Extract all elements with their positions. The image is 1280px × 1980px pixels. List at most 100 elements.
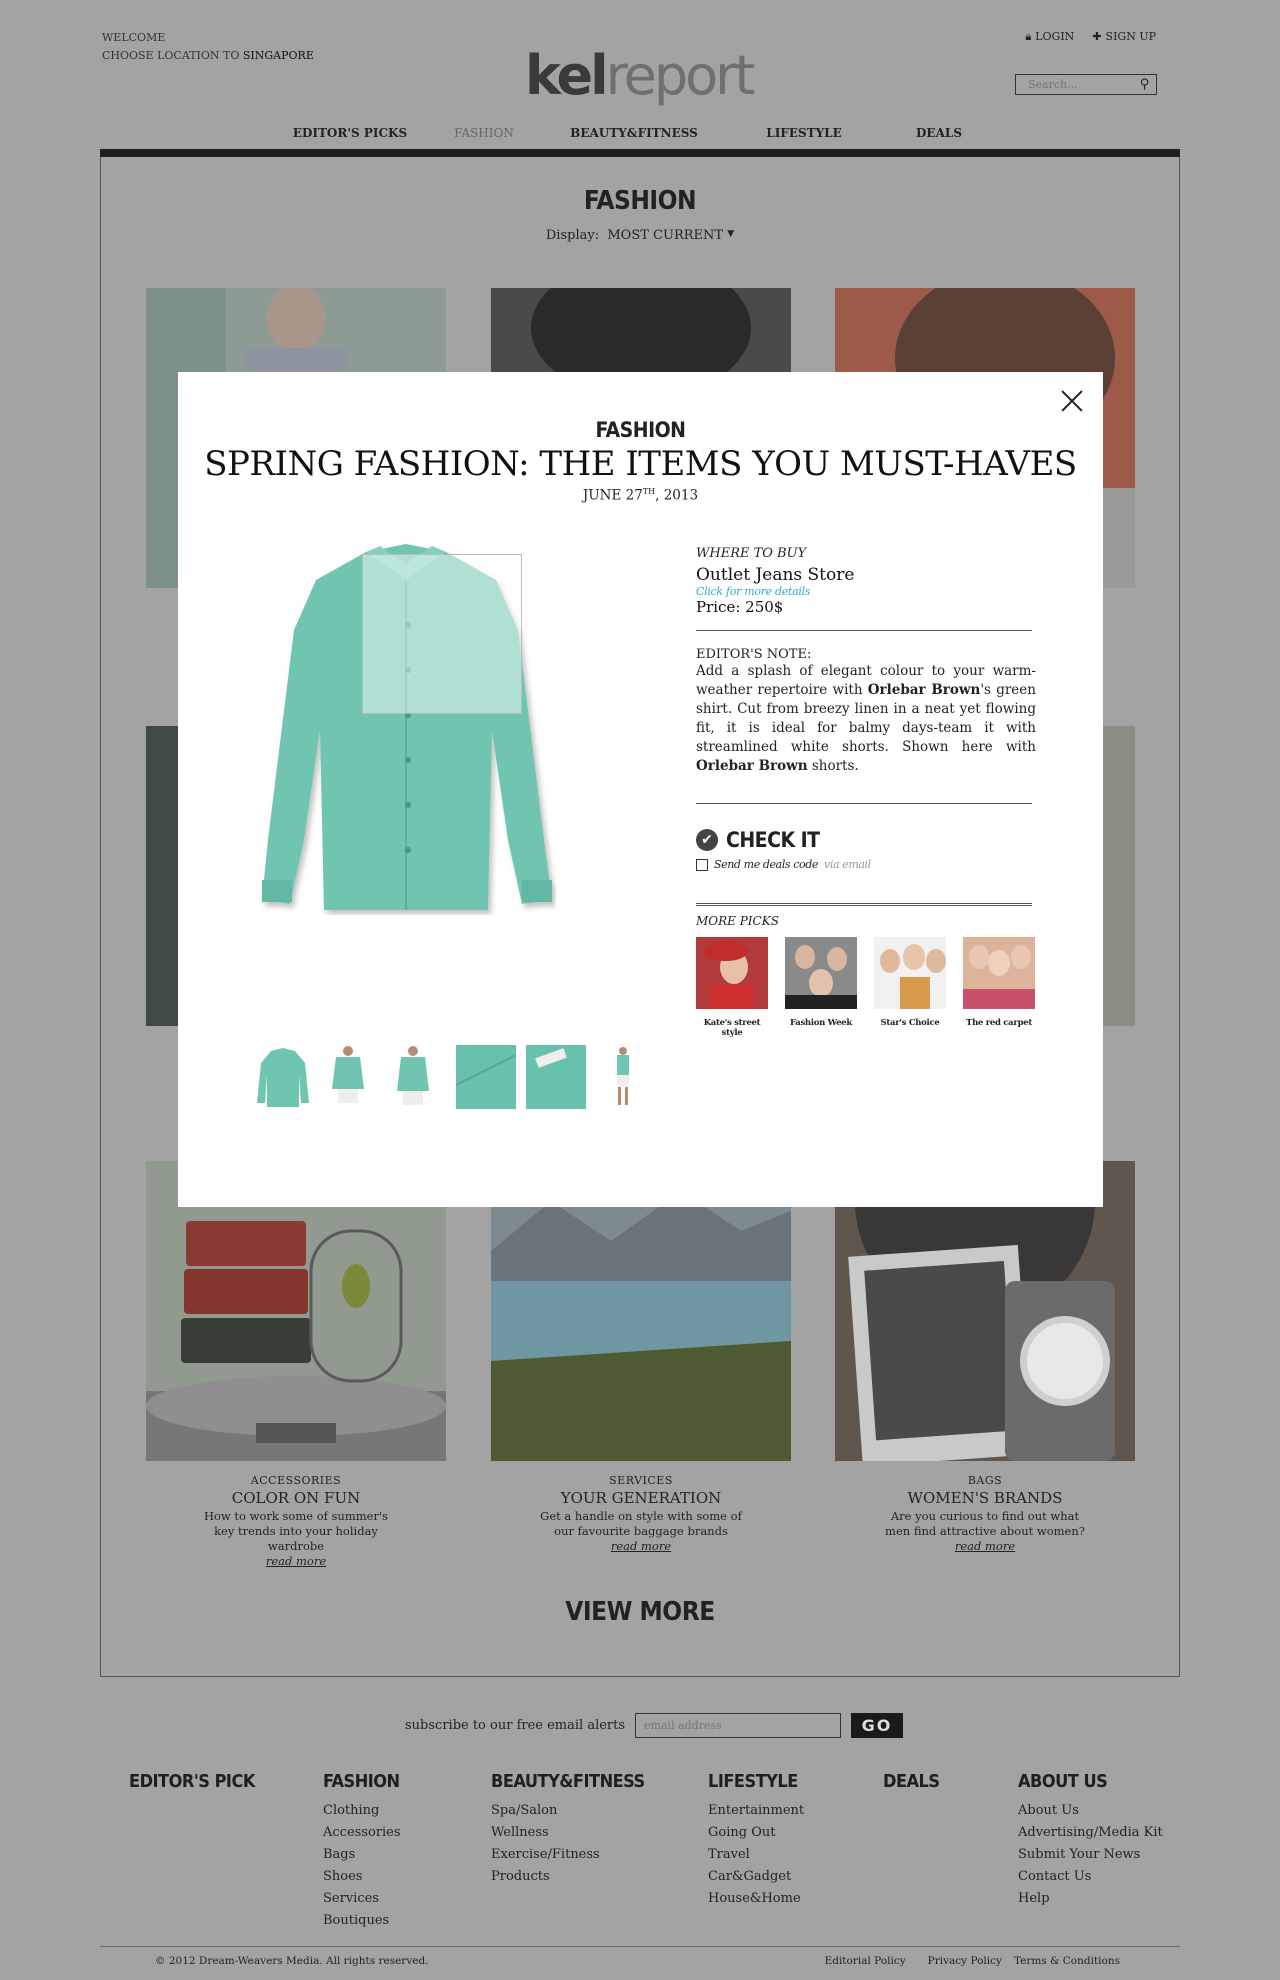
footer-link[interactable]: Shoes xyxy=(323,1866,401,1888)
card-title[interactable]: YOUR GENERATION xyxy=(491,1489,791,1507)
footer-link[interactable]: Car&Gadget xyxy=(708,1866,804,1888)
article-modal: FASHION SPRING FASHION: THE ITEMS YOU MU… xyxy=(178,372,1103,1207)
sort-dropdown[interactable]: MOST CURRENT xyxy=(607,228,723,243)
more-picks-heading: MORE PICKS xyxy=(696,914,779,928)
logo[interactable]: kelreport xyxy=(525,46,756,106)
display-sort[interactable]: Display: MOST CURRENT ▼ xyxy=(100,228,1180,243)
footer-col-lifestyle: LIFESTYLE Entertainment Going Out Travel… xyxy=(708,1771,804,1910)
price: Price: 250$ xyxy=(696,598,784,616)
footer-link[interactable]: Entertainment xyxy=(708,1800,804,1822)
footer-heading[interactable]: ABOUT US xyxy=(1018,1771,1163,1792)
welcome-block: WELCOME CHOOSE LOCATION TO SINGAPORE xyxy=(102,29,314,65)
deals-option: Send me deals code via email xyxy=(696,858,1036,871)
footer-link[interactable]: Help xyxy=(1018,1888,1163,1910)
footer-col-about: ABOUT US About Us Advertising/Media Kit … xyxy=(1018,1771,1163,1910)
nav-fashion[interactable]: FASHION xyxy=(419,126,549,140)
caret-down-icon: ▼ xyxy=(727,229,735,239)
search-icon[interactable]: ⚲ xyxy=(1140,77,1150,92)
subscribe-bar: subscribe to our free email alerts GO xyxy=(405,1713,904,1738)
footer-link[interactable]: Products xyxy=(491,1866,645,1888)
signup-link[interactable]: ✚ SIGN UP xyxy=(1092,30,1156,44)
footer-link[interactable]: Travel xyxy=(708,1844,804,1866)
read-more-link[interactable]: read more xyxy=(146,1554,446,1568)
thumbnail-3[interactable] xyxy=(383,1045,443,1109)
privacy-policy-link[interactable]: Privacy Policy xyxy=(928,1955,1002,1967)
modal-category: FASHION xyxy=(595,418,686,442)
card-caption-3: BAGS WOMEN'S BRANDS Are you curious to f… xyxy=(835,1474,1135,1553)
thumbnail-6[interactable] xyxy=(593,1045,653,1109)
email-field[interactable] xyxy=(635,1713,842,1738)
footer-col-fashion: FASHION Clothing Accessories Bags Shoes … xyxy=(323,1771,401,1932)
editorial-policy-link[interactable]: Editorial Policy xyxy=(825,1955,906,1967)
pick-item[interactable]: Kate's street style xyxy=(696,937,768,1038)
card-title[interactable]: COLOR ON FUN xyxy=(146,1489,446,1507)
copyright: © 2012 Dream-Weavers Media. All rights r… xyxy=(155,1955,429,1967)
footer-link[interactable]: Going Out xyxy=(708,1822,804,1844)
footer-link[interactable]: Bags xyxy=(323,1844,401,1866)
footer-heading[interactable]: BEAUTY&FITNESS xyxy=(491,1771,645,1792)
nav-beauty-fitness[interactable]: BEAUTY&FITNESS xyxy=(549,126,719,140)
footer-link[interactable]: Services xyxy=(323,1888,401,1910)
auth-links: 🔒︎ LOGIN ✚ SIGN UP xyxy=(1025,30,1156,44)
footer-heading[interactable]: EDITOR'S PICK xyxy=(129,1771,255,1792)
card-title[interactable]: WOMEN'S BRANDS xyxy=(835,1489,1135,1507)
search-input[interactable] xyxy=(1028,78,1128,91)
footer-link[interactable]: Advertising/Media Kit xyxy=(1018,1822,1163,1844)
more-details-link[interactable]: Click for more details xyxy=(696,585,1036,598)
pick-item[interactable]: Star's Choice xyxy=(874,937,946,1038)
section-title: FASHION xyxy=(583,186,697,216)
footer-link[interactable]: Accessories xyxy=(323,1822,401,1844)
footer-col-deals: DEALS xyxy=(883,1771,940,1800)
footer-link[interactable]: Clothing xyxy=(323,1800,401,1822)
deals-checkbox[interactable] xyxy=(696,858,708,871)
card-caption-2: SERVICES YOUR GENERATION Get a handle on… xyxy=(491,1474,791,1553)
thumbnail-4[interactable] xyxy=(456,1045,516,1109)
footer-link[interactable]: House&Home xyxy=(708,1888,804,1910)
footer-col-editors-pick: EDITOR'S PICK xyxy=(129,1771,255,1800)
login-link[interactable]: 🔒︎ LOGIN xyxy=(1025,30,1074,44)
footer-link[interactable]: Wellness xyxy=(491,1822,645,1844)
go-button[interactable]: GO xyxy=(851,1713,904,1738)
store-name[interactable]: Outlet Jeans Store xyxy=(696,565,1036,585)
card-caption-1: ACCESSORIES COLOR ON FUN How to work som… xyxy=(146,1474,446,1568)
nav-underline-bar xyxy=(100,149,1180,157)
thumbnail-5[interactable] xyxy=(526,1045,586,1109)
read-more-link[interactable]: read more xyxy=(491,1539,791,1553)
pick-image xyxy=(696,937,768,1009)
pick-item[interactable]: The red carpet xyxy=(963,937,1035,1038)
footer-link[interactable]: Submit Your News xyxy=(1018,1844,1163,1866)
check-it-button[interactable]: ✔ CHECK IT xyxy=(696,828,1036,852)
footer-link[interactable]: Exercise/Fitness xyxy=(491,1844,645,1866)
close-icon[interactable] xyxy=(1057,386,1087,416)
footer-heading[interactable]: DEALS xyxy=(883,1771,940,1792)
footer-link[interactable]: About Us xyxy=(1018,1800,1163,1822)
editors-note: Add a splash of elegant colour to your w… xyxy=(696,663,1036,774)
zoom-lens[interactable] xyxy=(362,554,522,714)
nav-lifestyle[interactable]: LIFESTYLE xyxy=(719,126,889,140)
location-selector[interactable]: CHOOSE LOCATION TO SINGAPORE xyxy=(102,47,314,65)
pick-item[interactable]: Fashion Week xyxy=(785,937,857,1038)
where-to-buy-heading: WHERE TO BUY xyxy=(696,546,807,561)
modal-date: JUNE 27TH, 2013 xyxy=(582,487,699,504)
pick-image xyxy=(785,937,857,1009)
legal-links: Editorial Policy Privacy Policy Terms & … xyxy=(825,1955,1120,1967)
nav-deals[interactable]: DEALS xyxy=(889,126,989,140)
double-divider xyxy=(696,903,1032,906)
footer-heading[interactable]: FASHION xyxy=(323,1771,401,1792)
footer-link[interactable]: Spa/Salon xyxy=(491,1800,645,1822)
read-more-link[interactable]: read more xyxy=(835,1539,1135,1553)
divider xyxy=(696,630,1032,631)
pick-image xyxy=(963,937,1035,1009)
product-details: WHERE TO BUY Outlet Jeans Store Click fo… xyxy=(696,546,1036,1038)
plus-icon: ✚ xyxy=(1092,30,1102,43)
thumbnail-2[interactable] xyxy=(318,1045,378,1109)
nav-editors-picks[interactable]: EDITOR'S PICKS xyxy=(281,126,419,140)
view-more-button[interactable]: VIEW MORE xyxy=(100,1597,1180,1627)
terms-link[interactable]: Terms & Conditions xyxy=(1014,1955,1120,1967)
footer-heading[interactable]: LIFESTYLE xyxy=(708,1771,804,1792)
thumbnail-1[interactable] xyxy=(253,1045,313,1109)
footer-link[interactable]: Contact Us xyxy=(1018,1866,1163,1888)
editors-note-heading: EDITOR'S NOTE: xyxy=(696,647,812,662)
footer-divider xyxy=(100,1946,1180,1947)
footer-link[interactable]: Boutiques xyxy=(323,1910,401,1932)
